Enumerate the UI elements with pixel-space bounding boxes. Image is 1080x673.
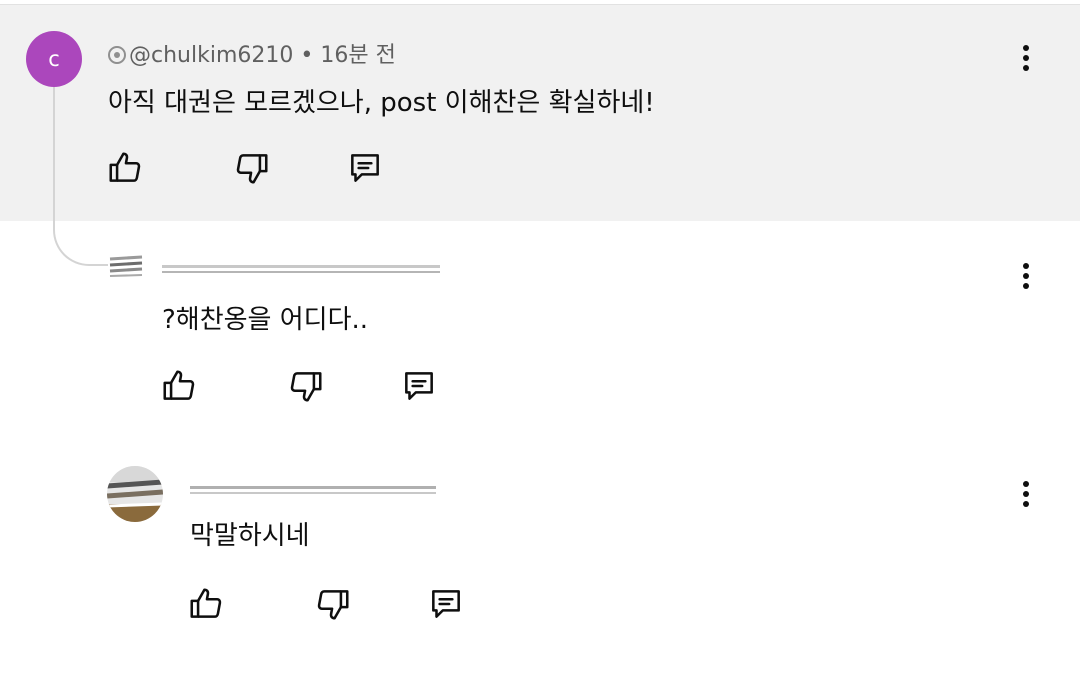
avatar-image — [108, 253, 144, 279]
avatar[interactable] — [108, 253, 144, 279]
thumbs-down-icon — [317, 590, 349, 620]
thumbs-down-icon — [236, 154, 268, 184]
timestamp: 16분 전 — [320, 43, 396, 68]
like-button[interactable] — [105, 148, 145, 188]
avatar[interactable] — [107, 466, 163, 522]
comment-text: 아직 대권은 모르겠으나, post 이해찬은 확실하네! — [108, 88, 655, 118]
dislike-button[interactable] — [232, 148, 272, 188]
dislike-button[interactable] — [286, 366, 326, 406]
author-handle[interactable]: @chulkim6210 — [129, 43, 293, 68]
meta-separator: • — [300, 43, 321, 68]
more-vertical-icon — [1023, 45, 1029, 51]
more-options-button[interactable] — [1011, 474, 1041, 514]
comments-panel: c @chulkim6210 • 16분 전 아직 대권은 모르겠으나, pos… — [0, 0, 1080, 673]
thumbs-up-icon — [163, 370, 195, 400]
thread-connector-line — [53, 84, 111, 266]
comment-text: 막말하시네 — [190, 521, 310, 551]
avatar[interactable]: c — [26, 31, 82, 87]
more-vertical-icon — [1023, 263, 1029, 269]
comment-meta: @chulkim6210 • 16분 전 — [108, 37, 396, 69]
more-vertical-icon — [1023, 481, 1029, 487]
like-button[interactable] — [159, 366, 199, 406]
reply-button[interactable] — [426, 584, 466, 624]
avatar-letter: c — [48, 47, 60, 71]
reply-button[interactable] — [345, 148, 385, 188]
like-button[interactable] — [186, 584, 226, 624]
more-options-button[interactable] — [1011, 38, 1041, 78]
at-handle-icon — [108, 46, 126, 64]
reply-button[interactable] — [399, 366, 439, 406]
thumbs-down-icon — [290, 372, 322, 402]
redacted-author-meta — [162, 257, 440, 281]
avatar-image — [107, 466, 163, 522]
more-options-button[interactable] — [1011, 256, 1041, 296]
thumbs-up-icon — [109, 152, 141, 182]
dislike-button[interactable] — [313, 584, 353, 624]
reply-comment-icon — [351, 154, 379, 182]
reply-comment-icon — [405, 372, 433, 400]
comment-text: ?해찬옹을 어디다.. — [162, 305, 369, 335]
thumbs-up-icon — [190, 588, 222, 618]
reply-comment-icon — [432, 590, 460, 618]
redacted-author-meta — [190, 478, 436, 502]
